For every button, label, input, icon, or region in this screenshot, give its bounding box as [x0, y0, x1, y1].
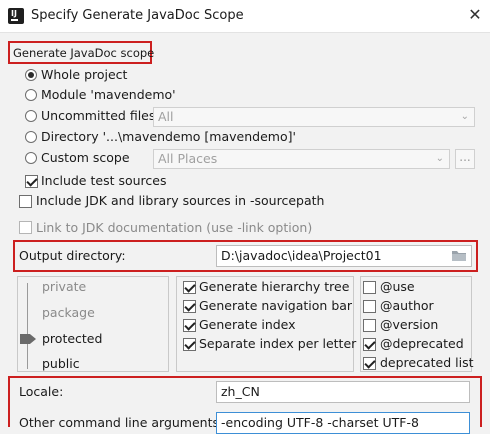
visibility-level-private[interactable]: private	[42, 279, 86, 295]
generate-hierarchy-tree-label[interactable]: Generate hierarchy tree	[199, 279, 349, 295]
tag-use-checkbox[interactable]	[363, 281, 376, 294]
visibility-level-public[interactable]: public	[42, 356, 80, 372]
locale-label: Locale:	[19, 384, 64, 399]
other-args-label: Other command line arguments:	[19, 415, 224, 430]
generate-index-checkbox[interactable]	[183, 319, 196, 332]
tag-version-label[interactable]: @version	[380, 317, 438, 333]
scope-group-title: Generate JavaDoc scope	[13, 46, 155, 60]
locale-value: zh_CN	[221, 384, 260, 399]
output-directory-label: Output directory:	[19, 248, 126, 263]
chevron-down-icon: ⌄	[460, 111, 469, 122]
locale-field[interactable]: zh_CN	[216, 381, 470, 403]
intellij-app-icon: IJ	[8, 8, 24, 24]
whole-project-radio[interactable]	[25, 69, 37, 81]
module-label[interactable]: Module 'mavendemo'	[41, 87, 176, 103]
whole-project-label[interactable]: Whole project	[41, 67, 127, 83]
visibility-panel	[17, 276, 169, 372]
custom-scope-combo-value: All Places	[158, 151, 218, 166]
visibility-level-package[interactable]: package	[42, 305, 95, 321]
tag-use-label[interactable]: @use	[380, 279, 415, 295]
uncommitted-files-label[interactable]: Uncommitted files	[41, 108, 155, 124]
deprecated-list-checkbox[interactable]	[363, 357, 376, 370]
separate-index-checkbox[interactable]	[183, 338, 196, 351]
link-jdk-docs-label: Link to JDK documentation (use -link opt…	[36, 220, 313, 235]
include-test-sources-checkbox[interactable]	[25, 175, 38, 188]
close-icon[interactable]: ✕	[465, 5, 485, 25]
visibility-slider-track[interactable]	[27, 283, 28, 369]
custom-scope-label[interactable]: Custom scope	[41, 150, 130, 166]
deprecated-list-label[interactable]: deprecated list	[380, 355, 474, 371]
uncommitted-files-combo[interactable]: All ⌄	[153, 107, 475, 127]
visibility-level-protected[interactable]: protected	[42, 331, 102, 347]
link-jdk-docs-checkbox	[19, 221, 32, 234]
include-jdk-sources-checkbox[interactable]	[19, 195, 32, 208]
directory-radio[interactable]	[25, 131, 37, 143]
include-test-sources-label[interactable]: Include test sources	[41, 173, 166, 189]
module-radio[interactable]	[25, 89, 37, 101]
include-jdk-sources-label[interactable]: Include JDK and library sources in -sour…	[36, 193, 324, 209]
uncommitted-files-radio[interactable]	[25, 110, 37, 122]
custom-scope-radio[interactable]	[25, 152, 37, 164]
tag-deprecated-label[interactable]: @deprecated	[380, 336, 464, 352]
generate-navigation-bar-checkbox[interactable]	[183, 300, 196, 313]
tag-author-label[interactable]: @author	[380, 298, 434, 314]
title-bar: IJ Specify Generate JavaDoc Scope ✕	[0, 0, 490, 33]
uncommitted-combo-value: All	[158, 109, 174, 124]
generate-hierarchy-tree-checkbox[interactable]	[183, 281, 196, 294]
folder-icon[interactable]	[451, 248, 467, 264]
window-title: Specify Generate JavaDoc Scope	[31, 8, 244, 23]
other-args-field[interactable]: -encoding UTF-8 -charset UTF-8	[216, 412, 470, 434]
chevron-down-icon: ⌄	[435, 153, 444, 164]
separate-index-label[interactable]: Separate index per letter	[199, 336, 356, 352]
generate-index-label[interactable]: Generate index	[199, 317, 296, 333]
output-directory-value: D:\javadoc\idea\Project01	[221, 248, 382, 263]
tag-version-checkbox[interactable]	[363, 319, 376, 332]
custom-scope-combo[interactable]: All Places ⌄	[153, 149, 450, 169]
generate-navigation-bar-label[interactable]: Generate navigation bar	[199, 298, 352, 314]
tag-author-checkbox[interactable]	[363, 300, 376, 313]
browse-scope-button[interactable]: ...	[455, 149, 475, 169]
directory-label[interactable]: Directory '...\mavendemo [mavendemo]'	[41, 129, 296, 145]
output-directory-field[interactable]: D:\javadoc\idea\Project01	[216, 245, 472, 267]
other-args-value: -encoding UTF-8 -charset UTF-8	[221, 415, 419, 430]
tag-deprecated-checkbox[interactable]	[363, 338, 376, 351]
